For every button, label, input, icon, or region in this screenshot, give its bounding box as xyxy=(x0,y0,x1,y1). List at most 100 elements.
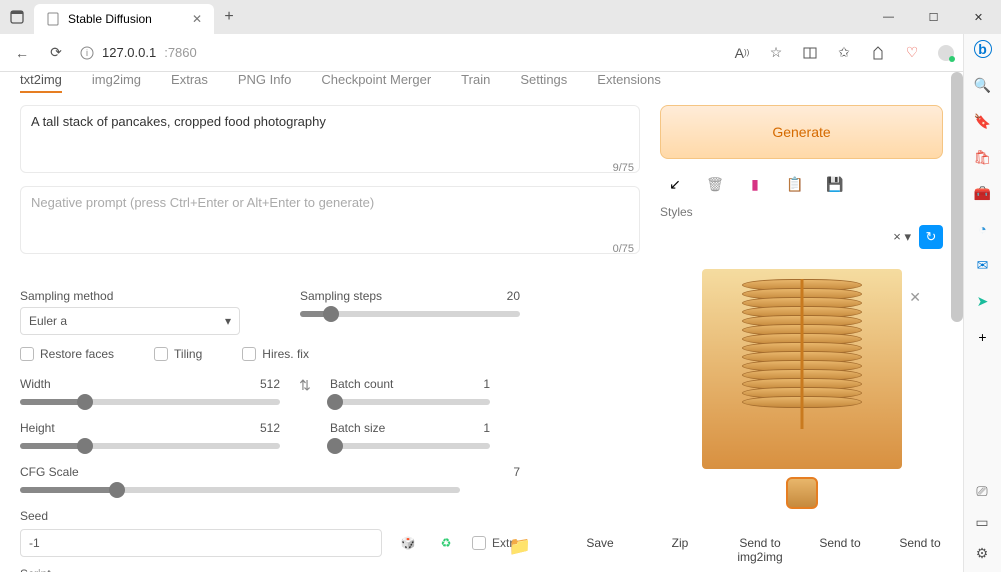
search-icon[interactable]: 🔍 xyxy=(974,76,992,94)
tab-settings[interactable]: Settings xyxy=(520,72,567,93)
read-aloud-icon[interactable]: A)) xyxy=(733,44,751,62)
send-icon[interactable]: ➤ xyxy=(974,292,992,310)
batch-size-slider[interactable] xyxy=(330,443,490,449)
tab-train[interactable]: Train xyxy=(461,72,490,93)
bookmark-icon[interactable]: ▮ xyxy=(746,175,764,193)
clipboard-icon[interactable]: 📋 xyxy=(786,175,804,193)
sampling-method-label: Sampling method xyxy=(20,289,240,303)
script-label: Script xyxy=(20,567,520,572)
url-field[interactable]: i 127.0.0.1 :7860 xyxy=(80,45,719,60)
height-slider[interactable] xyxy=(20,443,280,449)
close-tab-icon[interactable]: ✕ xyxy=(192,12,202,26)
favorites-bar-icon[interactable]: ✩ xyxy=(835,44,853,62)
tab-strip-icon[interactable] xyxy=(0,10,34,24)
shopping-icon[interactable]: 🛍 xyxy=(974,148,992,166)
games-icon[interactable]: ◔ xyxy=(974,220,992,238)
window-titlebar: Stable Diffusion ✕ + — ☐ ✕ xyxy=(0,0,1001,34)
seed-label: Seed xyxy=(20,509,520,523)
neg-prompt-counter: 0/75 xyxy=(613,243,634,255)
batch-count-slider[interactable] xyxy=(330,399,490,405)
add-sidebar-icon[interactable]: + xyxy=(974,328,992,346)
address-bar: ← ⟳ i 127.0.0.1:7860 A)) ☆ ✩ ♡ ⋯ xyxy=(0,34,1001,72)
hires-fix-checkbox[interactable]: Hires. fix xyxy=(242,347,309,361)
width-value: 512 xyxy=(260,377,280,391)
batch-count-value: 1 xyxy=(483,377,490,391)
negative-prompt-input[interactable] xyxy=(20,186,640,254)
app-tabs: txt2img img2img Extras PNG Info Checkpoi… xyxy=(0,72,963,105)
svg-text:i: i xyxy=(86,48,88,58)
output-image[interactable] xyxy=(702,269,902,469)
cfg-label: CFG Scale xyxy=(20,465,79,479)
arrow-icon[interactable]: ↙ xyxy=(666,175,684,193)
url-host: 127.0.0.1 xyxy=(102,45,156,60)
dice-icon[interactable]: 🎲 xyxy=(396,531,420,555)
sampling-steps-slider[interactable] xyxy=(300,311,520,317)
cfg-slider[interactable] xyxy=(20,487,460,493)
vertical-scrollbar[interactable] xyxy=(951,72,963,322)
sampling-steps-value: 20 xyxy=(507,289,520,303)
recycle-icon[interactable]: ♻ xyxy=(434,531,458,555)
app-content: txt2img img2img Extras PNG Info Checkpoi… xyxy=(0,72,963,572)
batch-size-value: 1 xyxy=(483,421,490,435)
swap-dims-icon[interactable]: ⇅ xyxy=(290,377,320,394)
chevron-down-icon: ▾ xyxy=(225,314,231,328)
send-extras-button[interactable]: Send to xyxy=(880,536,960,564)
batch-count-label: Batch count xyxy=(330,377,393,391)
sampling-method-select[interactable]: Euler a ▾ xyxy=(20,307,240,335)
send-row: 📁 Save Zip Send to img2img Send to Send … xyxy=(480,528,960,572)
save-disk-icon[interactable]: 💾 xyxy=(826,175,844,193)
close-window-button[interactable]: ✕ xyxy=(956,0,1001,34)
reader-icon[interactable]: ▭ xyxy=(975,514,988,531)
height-label: Height xyxy=(20,421,55,435)
extensions-icon[interactable] xyxy=(869,44,887,62)
performance-icon[interactable]: ♡ xyxy=(903,44,921,62)
browser-tab[interactable]: Stable Diffusion ✕ xyxy=(34,4,214,34)
restore-faces-checkbox[interactable]: Restore faces xyxy=(20,347,114,361)
styles-label: Styles xyxy=(660,205,943,219)
new-tab-button[interactable]: + xyxy=(214,8,244,26)
height-value: 512 xyxy=(260,421,280,435)
collections-icon[interactable] xyxy=(801,44,819,62)
tiling-checkbox[interactable]: Tiling xyxy=(154,347,202,361)
cast-icon[interactable]: ⎚ xyxy=(976,483,987,500)
tools-icon[interactable]: 🧰 xyxy=(974,184,992,202)
generate-button[interactable]: Generate xyxy=(660,105,943,159)
tab-checkpoint-merger[interactable]: Checkpoint Merger xyxy=(321,72,431,93)
save-button[interactable]: Save xyxy=(560,536,640,564)
seed-input[interactable] xyxy=(20,529,382,557)
profile-icon[interactable] xyxy=(937,44,955,62)
refresh-button[interactable]: ⟳ xyxy=(46,43,66,63)
url-port: :7860 xyxy=(164,45,197,60)
sampling-steps-label: Sampling steps xyxy=(300,289,382,303)
styles-clear-icon[interactable]: × ▾ xyxy=(893,229,911,245)
tab-img2img[interactable]: img2img xyxy=(92,72,141,93)
zip-button[interactable]: Zip xyxy=(640,536,720,564)
cfg-value: 7 xyxy=(513,465,520,479)
prompt-counter: 9/75 xyxy=(613,162,634,174)
maximize-button[interactable]: ☐ xyxy=(911,0,956,34)
tag-icon[interactable]: 🔖 xyxy=(974,112,992,130)
styles-refresh-icon[interactable]: ↻ xyxy=(919,225,943,249)
tab-title: Stable Diffusion xyxy=(68,12,152,26)
tab-extras[interactable]: Extras xyxy=(171,72,208,93)
open-folder-icon[interactable]: 📁 xyxy=(480,536,560,564)
back-button[interactable]: ← xyxy=(12,43,32,63)
settings-icon[interactable]: ⚙ xyxy=(976,545,989,562)
minimize-button[interactable]: — xyxy=(866,0,911,34)
page-icon xyxy=(46,12,60,26)
outlook-icon[interactable]: ✉ xyxy=(974,256,992,274)
width-label: Width xyxy=(20,377,51,391)
favorite-icon[interactable]: ☆ xyxy=(767,44,785,62)
send-img2img-button[interactable]: Send to img2img xyxy=(720,536,800,564)
output-thumbnail[interactable] xyxy=(786,477,818,509)
prompt-input[interactable] xyxy=(20,105,640,173)
close-preview-icon[interactable]: ✕ xyxy=(909,289,921,306)
bing-icon[interactable]: b xyxy=(974,40,992,58)
tab-txt2img[interactable]: txt2img xyxy=(20,72,62,93)
batch-size-label: Batch size xyxy=(330,421,385,435)
tab-extensions[interactable]: Extensions xyxy=(597,72,661,93)
send-inpaint-button[interactable]: Send to xyxy=(800,536,880,564)
trash-icon[interactable]: 🗑 xyxy=(706,175,724,193)
width-slider[interactable] xyxy=(20,399,280,405)
tab-pnginfo[interactable]: PNG Info xyxy=(238,72,291,93)
